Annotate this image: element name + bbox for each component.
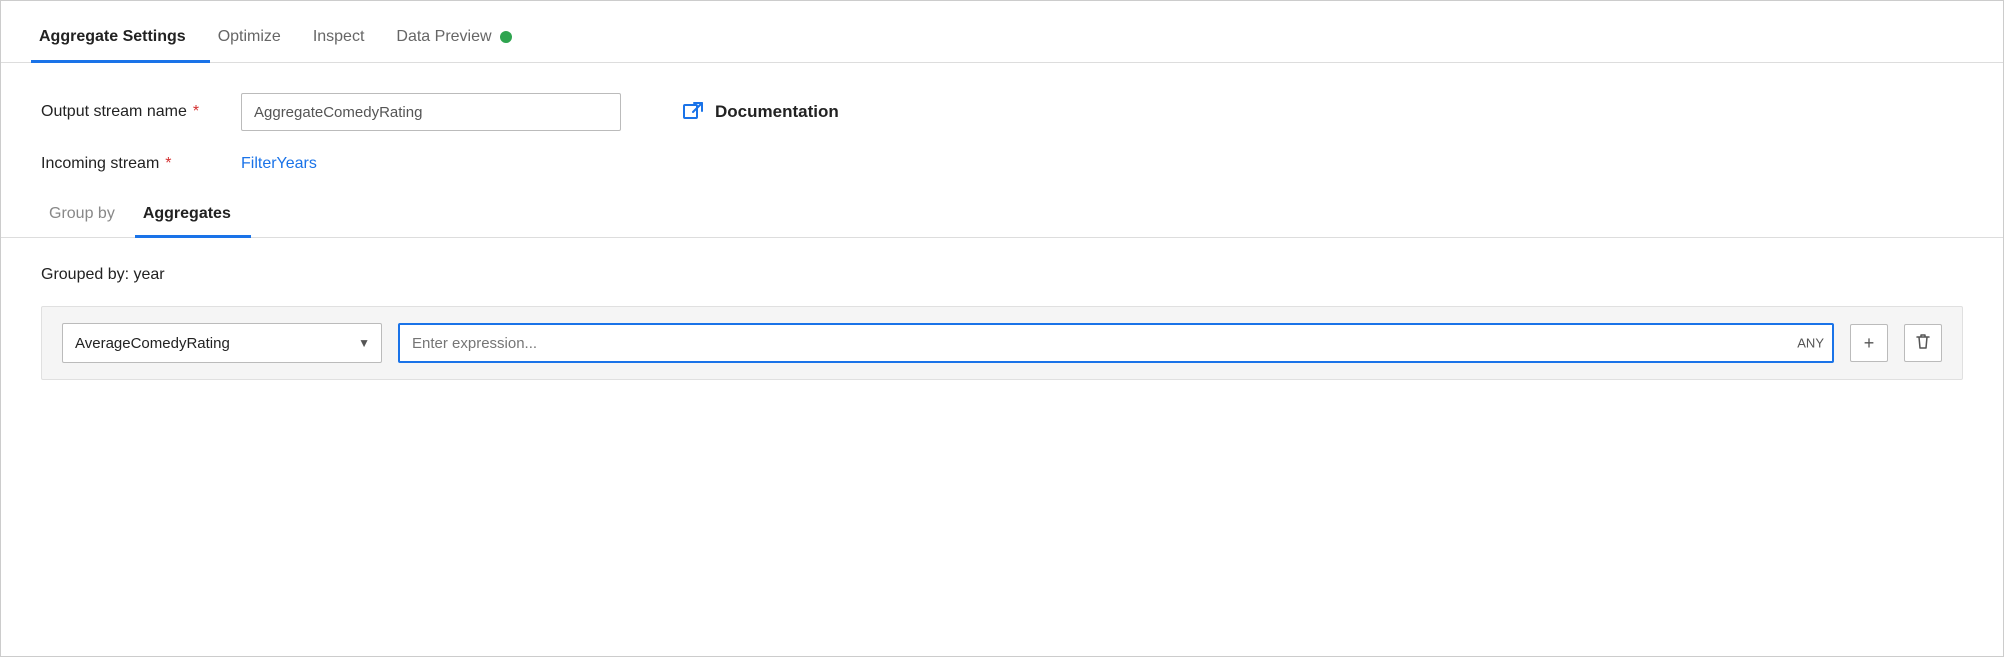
- app-container: Aggregate Settings Optimize Inspect Data…: [0, 0, 2004, 657]
- aggregate-row: AverageComedyRating ▼ ANY +: [41, 306, 1963, 380]
- aggregates-section: Grouped by: year AverageComedyRating ▼ A…: [41, 238, 1963, 380]
- incoming-stream-required: *: [165, 155, 171, 173]
- data-preview-status-dot: [500, 31, 512, 43]
- expression-input[interactable]: [398, 323, 1834, 363]
- tab-data-preview[interactable]: Data Preview: [388, 28, 519, 63]
- output-stream-required: *: [193, 103, 199, 121]
- add-aggregate-button[interactable]: +: [1850, 324, 1888, 362]
- agg-column-select[interactable]: AverageComedyRating: [62, 323, 382, 363]
- tab-data-preview-label: Data Preview: [396, 28, 491, 46]
- documentation-label: Documentation: [715, 102, 839, 122]
- incoming-stream-label: Incoming stream *: [41, 155, 241, 173]
- incoming-stream-row: Incoming stream * FilterYears: [41, 155, 1963, 173]
- trash-icon: [1914, 332, 1932, 355]
- tab-aggregate-settings[interactable]: Aggregate Settings: [31, 28, 210, 63]
- sub-tab-aggregates[interactable]: Aggregates: [135, 197, 251, 238]
- external-link-icon: [681, 100, 705, 124]
- sub-tab-bar: Group by Aggregates: [1, 197, 2003, 238]
- output-stream-input[interactable]: [241, 93, 621, 131]
- main-content: Output stream name * Documentation Incom…: [1, 63, 2003, 656]
- output-stream-label: Output stream name *: [41, 103, 241, 121]
- expression-input-wrapper: ANY: [398, 323, 1834, 363]
- plus-icon: +: [1864, 333, 1875, 354]
- tab-inspect[interactable]: Inspect: [305, 28, 389, 63]
- incoming-stream-link[interactable]: FilterYears: [241, 155, 317, 173]
- output-stream-row: Output stream name * Documentation: [41, 93, 1963, 131]
- delete-aggregate-button[interactable]: [1904, 324, 1942, 362]
- tab-bar: Aggregate Settings Optimize Inspect Data…: [1, 1, 2003, 63]
- documentation-link[interactable]: Documentation: [681, 100, 839, 124]
- sub-tab-group-by[interactable]: Group by: [41, 197, 135, 238]
- agg-select-wrapper: AverageComedyRating ▼: [62, 323, 382, 363]
- tab-optimize[interactable]: Optimize: [210, 28, 305, 63]
- grouped-by-label: Grouped by: year: [41, 266, 1963, 284]
